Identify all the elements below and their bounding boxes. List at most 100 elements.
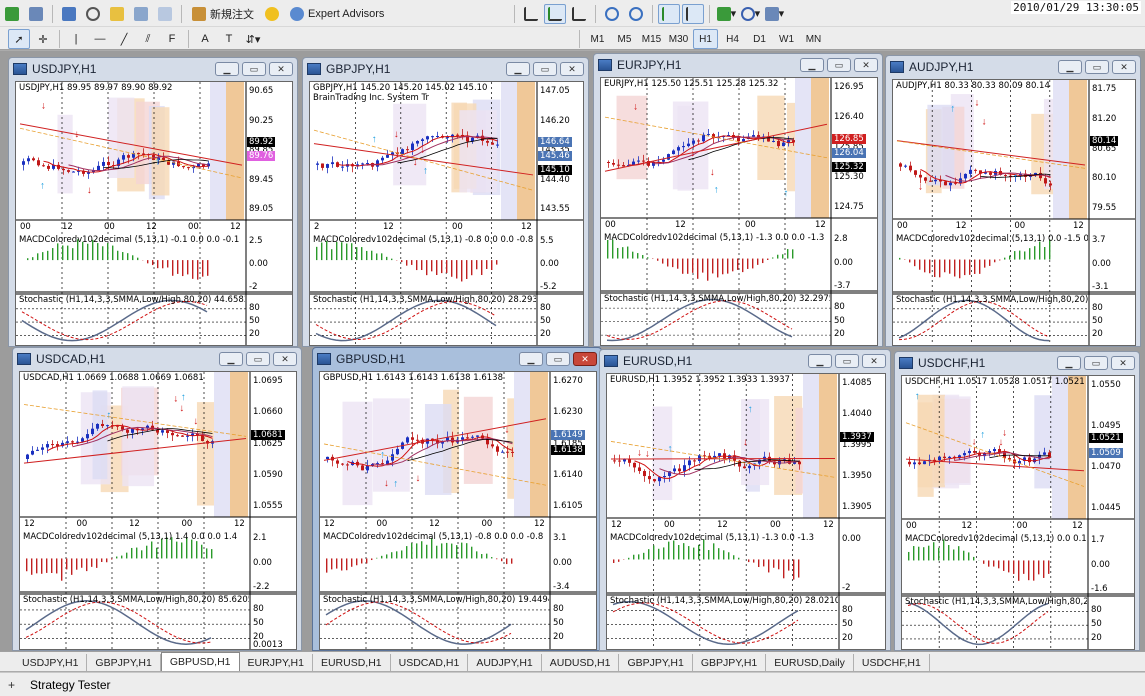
timeframe-m30-button[interactable]: M30 [666, 29, 691, 49]
macd-scale-label: -2 [842, 583, 851, 593]
chart-body[interactable]: ↓ ↑ ↓ ↑ ↓ USDJPY,H1 89.95 89.97 89.90 89.92 90… [15, 81, 293, 346]
zoom-in-button[interactable] [601, 4, 623, 24]
minimize-button[interactable]: ▁ [215, 62, 239, 76]
close-button[interactable]: ✕ [854, 58, 878, 72]
macd-bar [973, 556, 975, 561]
chart-body[interactable]: ↓ ↑ ↓ ↑ ↓ EURUSD,H1 1.3952 1.3952 1.3933 1.39… [606, 373, 886, 650]
maximize-button[interactable]: ▭ [1085, 60, 1109, 74]
minimize-button[interactable]: ▁ [808, 354, 832, 368]
chart-body[interactable]: ↓ ↑ ↓ ↑ ↓ USDCHF,H1 1.0517 1.0528 1.0517 1.05… [901, 375, 1135, 650]
maximize-button[interactable]: ▭ [546, 352, 570, 366]
close-button[interactable]: ✕ [273, 352, 297, 366]
line-chart-button[interactable] [568, 4, 590, 24]
candle [106, 425, 109, 427]
bar-chart-button[interactable] [520, 4, 542, 24]
stochastic-scale-label: 80 [1091, 605, 1102, 616]
chart-body[interactable]: ↓ ↑ ↓ ↑ ↓ GBPUSD,H1 1.6143 1.6143 1.6138 1.61… [319, 371, 597, 650]
crosshair-tool-button[interactable]: ✛ [32, 29, 54, 49]
close-button[interactable]: ✕ [1111, 356, 1135, 370]
timeframe-h1-button[interactable]: H1 [693, 29, 718, 49]
indicators-button[interactable]: ▾ [715, 4, 737, 24]
close-button[interactable]: ✕ [573, 352, 597, 366]
text-tool-button[interactable]: A [194, 29, 216, 49]
maximize-button[interactable]: ▭ [835, 354, 859, 368]
chart-window[interactable]: EURUSD,H1 ▁ ▭ ✕ ↓ ↑ ↓ ↑ ↓ EURUSD,H1 1.3952 1.3952… [599, 349, 891, 651]
minimize-button[interactable]: ▁ [1058, 60, 1082, 74]
chart-window[interactable]: USDCHF,H1 ▁ ▭ ✕ ↓ ↑ ↓ ↑ ↓ USDCHF,H1 1.0517 1.0528… [894, 351, 1140, 651]
candlestick-button[interactable] [544, 3, 567, 24]
chart-window[interactable]: USDCAD,H1 ▁ ▭ ✕ ↓ ↑ ↓ ↑ ↓ USDCAD,H1 1.0669 1.0688… [12, 347, 302, 651]
chart-tab[interactable]: GBPJPY,H1 [87, 654, 161, 671]
timeframe-mn-button[interactable]: MN [801, 29, 826, 49]
vertical-line-button[interactable]: | [65, 29, 87, 49]
minimize-button[interactable]: ▁ [506, 62, 530, 76]
text-label-button[interactable]: T [218, 29, 240, 49]
warning-button[interactable] [261, 4, 283, 24]
chart-window[interactable]: GBPUSD,H1 ▁ ▭ ✕ ↓ ↑ ↓ ↑ ↓ GBPUSD,H1 1.6143 1.6143… [312, 347, 602, 651]
chart-tab[interactable]: EURUSD,Daily [766, 654, 854, 671]
chart-tab[interactable]: USDJPY,H1 [14, 654, 88, 671]
chart-window[interactable]: EURJPY,H1 ▁ ▭ ✕ ↓ ↑ ↓ ↑ ↓ EURJPY,H1 125.50 125.51… [593, 53, 883, 347]
chart-tab[interactable]: AUDUSD,H1 [542, 654, 620, 671]
maximize-button[interactable]: ▭ [246, 352, 270, 366]
cursor-tool-button[interactable]: ➚ [8, 29, 30, 49]
chart-body[interactable]: ↓ ↑ ↓ ↑ ↓ EURJPY,H1 125.50 125.51 125.28 125.… [600, 77, 878, 346]
timeframe-d1-button[interactable]: D1 [747, 29, 772, 49]
terminal-button[interactable] [130, 4, 152, 24]
close-button[interactable]: ✕ [269, 62, 293, 76]
chart-body[interactable]: ↓ ↑ ↓ ↑ ↓ GBPJPY,H1 145.20 145.20 145.02 145.… [309, 81, 584, 346]
auto-scroll-button[interactable] [658, 3, 681, 24]
navigator-button[interactable] [106, 4, 128, 24]
expand-icon[interactable]: + [8, 679, 18, 691]
data-window-button[interactable] [82, 4, 104, 24]
templates-button[interactable]: ▾ [763, 4, 785, 24]
minimize-button[interactable]: ▁ [800, 58, 824, 72]
trendline-button[interactable]: ╱ [113, 29, 135, 49]
maximize-button[interactable]: ▭ [1084, 356, 1108, 370]
chart-body[interactable]: ↓ ↑ ↓ ↑ ↓ USDCAD,H1 1.0669 1.0688 1.0669 1.06… [19, 371, 297, 650]
maximize-button[interactable]: ▭ [533, 62, 557, 76]
candle [642, 160, 645, 162]
chart-tab[interactable]: GBPJPY,H1 [693, 654, 767, 671]
arrows-button[interactable]: ⇵▾ [242, 29, 264, 49]
new-chart-button[interactable] [1, 4, 23, 24]
fibonacci-button[interactable]: F [161, 29, 183, 49]
close-button[interactable]: ✕ [1112, 60, 1136, 74]
equidistant-channel-button[interactable]: ⫽ [137, 29, 159, 49]
chart-tab[interactable]: AUDJPY,H1 [468, 654, 542, 671]
chart-tab[interactable]: GBPJPY,H1 [619, 654, 693, 671]
new-order-button[interactable]: 新規注文 [187, 4, 259, 24]
zoom-out-button[interactable] [625, 4, 647, 24]
macd-scale-label: 3.7 [1092, 235, 1106, 245]
chart-shift-button[interactable] [682, 3, 705, 24]
chart-tab[interactable]: EURJPY,H1 [240, 654, 313, 671]
expert-advisors-button[interactable]: Expert Advisors [285, 4, 389, 24]
periods-button[interactable]: ▾ [739, 4, 761, 24]
chart-tab[interactable]: EURUSD,H1 [313, 654, 391, 671]
chart-tab[interactable]: USDCAD,H1 [391, 654, 469, 671]
maximize-button[interactable]: ▭ [827, 58, 851, 72]
strategy-tester-tab[interactable]: Strategy Tester [30, 678, 110, 692]
chart-window[interactable]: AUDJPY,H1 ▁ ▭ ✕ ↓ ↑ ↓ ↑ ↓ AUDJPY,H1 80.33 80.33 8… [885, 55, 1141, 347]
timeframe-h4-button[interactable]: H4 [720, 29, 745, 49]
timeframe-m15-button[interactable]: M15 [639, 29, 664, 49]
minimize-button[interactable]: ▁ [1057, 356, 1081, 370]
close-button[interactable]: ✕ [862, 354, 886, 368]
minimize-button[interactable]: ▁ [519, 352, 543, 366]
chart-body[interactable]: ↓ ↑ ↓ ↑ ↓ AUDJPY,H1 80.33 80.33 80.09 80.14 81… [892, 79, 1136, 346]
strategy-tester-button[interactable] [154, 4, 176, 24]
chart-tab[interactable]: USDCHF,H1 [854, 654, 930, 671]
chart-window[interactable]: GBPJPY,H1 ▁ ▭ ✕ ↓ ↑ ↓ ↑ ↓ GBPJPY,H1 145.20 145.20… [302, 57, 589, 347]
minimize-button[interactable]: ▁ [219, 352, 243, 366]
close-button[interactable]: ✕ [560, 62, 584, 76]
timeframe-m5-button[interactable]: M5 [612, 29, 637, 49]
timeframe-m1-button[interactable]: M1 [585, 29, 610, 49]
chart-window[interactable]: USDJPY,H1 ▁ ▭ ✕ ↓ ↑ ↓ ↑ ↓ USDJPY,H1 89.95 89.97 8… [8, 57, 298, 347]
profiles-button[interactable] [25, 4, 47, 24]
maximize-button[interactable]: ▭ [242, 62, 266, 76]
price-axis-label: 1.0590 [253, 469, 283, 480]
timeframe-w1-button[interactable]: W1 [774, 29, 799, 49]
chart-tab[interactable]: GBPUSD,H1 [160, 652, 240, 671]
horizontal-line-button[interactable]: — [89, 29, 111, 49]
market-watch-button[interactable] [58, 4, 80, 24]
